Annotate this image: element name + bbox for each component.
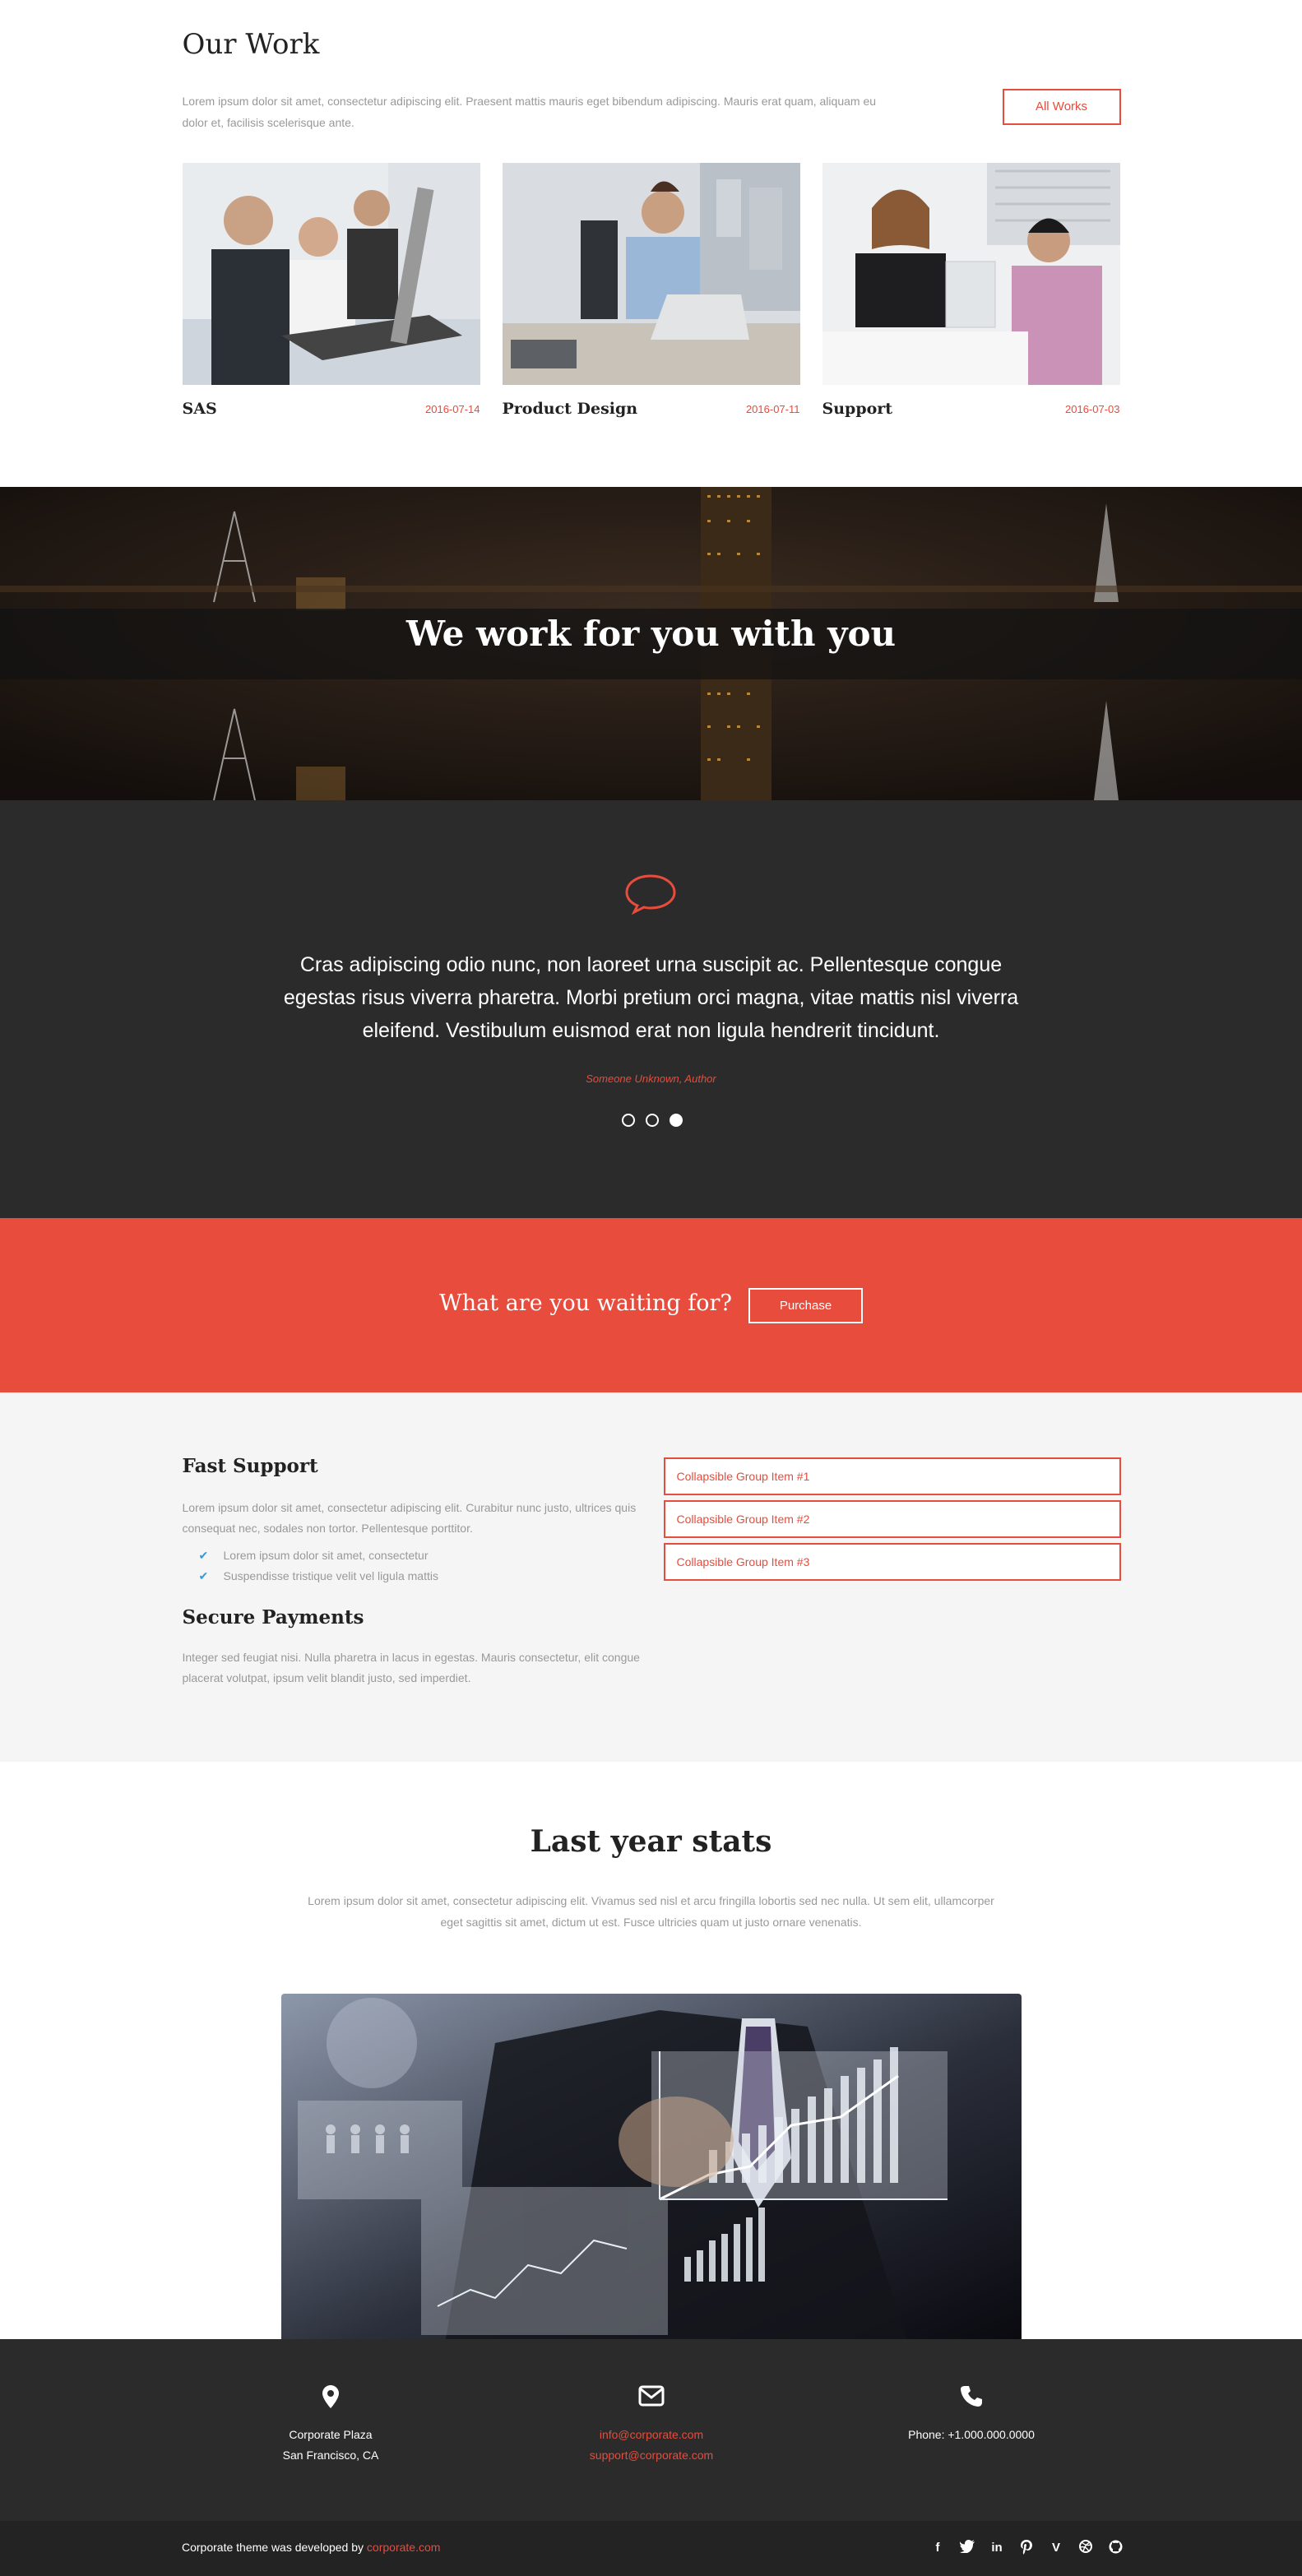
phone-icon: [848, 2385, 1095, 2425]
secure-payments-title: Secure Payments: [182, 1606, 364, 1629]
github-icon[interactable]: [1105, 2540, 1125, 2556]
credit-link[interactable]: corporate.com: [367, 2541, 440, 2554]
work-grid: SAS 2016-07-14 Product Design 2016-07-11…: [182, 163, 1120, 418]
vimeo-icon[interactable]: V: [1046, 2540, 1066, 2556]
address-line-2: San Francisco, CA: [282, 2449, 379, 2462]
email-block: info@corporate.com support@corporate.com: [528, 2385, 775, 2466]
work-thumbnail[interactable]: [182, 163, 480, 385]
list-item: ✔ Suspendisse tristique velit vel ligula …: [199, 1566, 438, 1587]
pinterest-icon[interactable]: [1017, 2540, 1036, 2556]
work-thumbnail[interactable]: [822, 163, 1120, 385]
collapsible-item-2[interactable]: Collapsible Group Item #2: [663, 1500, 1121, 1538]
email-link-info[interactable]: info@corporate.com: [600, 2428, 703, 2441]
list-item: ✔ Lorem ipsum dolor sit amet, consectetur: [199, 1545, 438, 1566]
stats-title: Last year stats: [530, 1824, 772, 1859]
work-date: 2016-07-14: [425, 402, 480, 415]
phone-number: Phone: +1.000.000.0000: [908, 2428, 1035, 2441]
map-marker-icon: [207, 2385, 454, 2425]
dribbble-icon[interactable]: [1076, 2540, 1096, 2556]
collapsible-item-3[interactable]: Collapsible Group Item #3: [663, 1543, 1121, 1581]
work-date: 2016-07-11: [745, 402, 800, 415]
our-work-section: Our Work Lorem ipsum dolor sit amet, con…: [0, 0, 1302, 487]
work-card[interactable]: SAS 2016-07-14: [182, 163, 480, 418]
envelope-icon: [528, 2385, 775, 2425]
address-block: Corporate Plaza San Francisco, CA: [207, 2385, 454, 2466]
contact-section: Corporate Plaza San Francisco, CA info@c…: [0, 2339, 1302, 2521]
work-thumbnail[interactable]: [502, 163, 800, 385]
our-work-title: Our Work: [182, 28, 320, 61]
purchase-button[interactable]: Purchase: [748, 1288, 863, 1323]
features-section: Fast Support Lorem ipsum dolor sit amet,…: [0, 1392, 1302, 1762]
credit-text: Corporate theme was developed by corpora…: [182, 2541, 441, 2554]
cta-section: What are you waiting for? Purchase: [0, 1218, 1302, 1392]
banner-section: We work for you with you: [0, 487, 1302, 800]
work-card[interactable]: Support 2016-07-03: [822, 163, 1120, 418]
testimonial-author: Someone Unknown, Author: [586, 1073, 716, 1085]
collapsible-item-1[interactable]: Collapsible Group Item #1: [663, 1457, 1121, 1495]
address-line-1: Corporate Plaza: [289, 2428, 373, 2441]
speech-bubble-icon: [623, 873, 678, 920]
cta-text: What are you waiting for?: [439, 1290, 732, 1316]
fast-support-list: ✔ Lorem ipsum dolor sit amet, consectetur…: [199, 1545, 438, 1587]
work-name[interactable]: Support: [822, 400, 893, 418]
check-icon: ✔: [198, 1569, 209, 1582]
fast-support-title: Fast Support: [182, 1455, 318, 1477]
fast-support-text: Lorem ipsum dolor sit amet, consectetur …: [182, 1501, 637, 1535]
secure-payments-text: Integer sed feugiat nisi. Nulla pharetra…: [182, 1651, 640, 1684]
work-name[interactable]: Product Design: [503, 400, 638, 418]
testimonial-section: Cras adipiscing odio nunc, non laoreet u…: [0, 800, 1302, 1218]
stats-intro: Lorem ipsum dolor sit amet, consectetur …: [308, 1894, 994, 1929]
carousel-dots: [622, 1114, 683, 1127]
all-works-button[interactable]: All Works: [1002, 89, 1121, 125]
business-stats-image: [281, 1994, 1022, 2339]
carousel-dot-active[interactable]: [670, 1114, 683, 1127]
facebook-icon[interactable]: f: [928, 2540, 948, 2556]
work-card[interactable]: Product Design 2016-07-11: [502, 163, 800, 418]
linkedin-icon[interactable]: in: [987, 2540, 1007, 2556]
work-date: 2016-07-03: [1065, 402, 1120, 415]
carousel-dot[interactable]: [622, 1114, 635, 1127]
twitter-icon[interactable]: [957, 2540, 977, 2556]
testimonial-quote: Cras adipiscing odio nunc, non laoreet u…: [283, 953, 1019, 1042]
carousel-dot[interactable]: [646, 1114, 659, 1127]
email-link-support[interactable]: support@corporate.com: [590, 2449, 713, 2462]
social-links: f in V: [928, 2540, 1125, 2556]
stats-section: Last year stats Lorem ipsum dolor sit am…: [0, 1762, 1302, 2339]
phone-block: Phone: +1.000.000.0000: [848, 2385, 1095, 2445]
our-work-intro: Lorem ipsum dolor sit amet, consectetur …: [182, 95, 877, 129]
check-icon: ✔: [198, 1549, 209, 1562]
work-name[interactable]: SAS: [183, 400, 217, 418]
bottom-bar: Corporate theme was developed by corpora…: [0, 2521, 1302, 2576]
banner-headline: We work for you with you: [405, 614, 897, 654]
